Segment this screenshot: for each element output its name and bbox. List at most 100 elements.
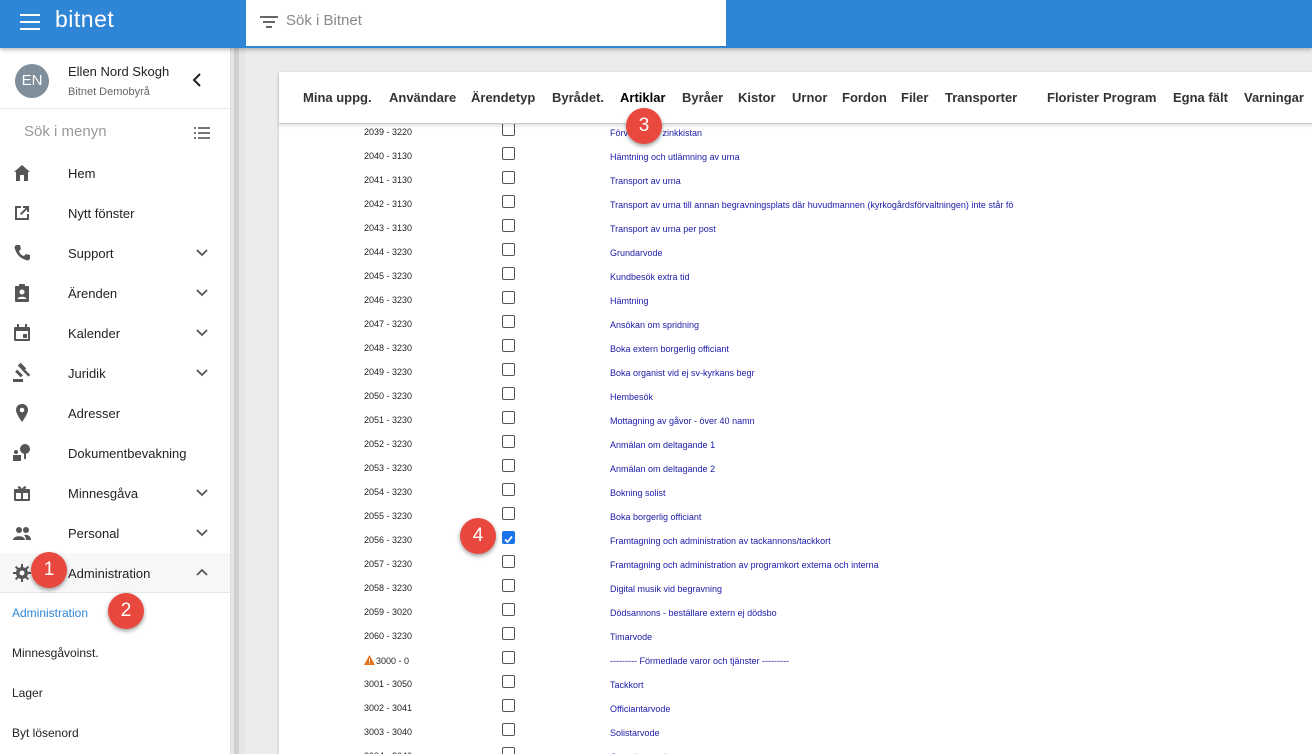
- sidebar-item-hem[interactable]: Hem: [0, 153, 230, 193]
- sidebar-item-support[interactable]: Support: [0, 233, 230, 273]
- article-name-link[interactable]: Transport av urna: [610, 176, 681, 186]
- tab-användare[interactable]: Användare: [389, 90, 456, 105]
- chevron-down-icon: [196, 529, 208, 537]
- article-checkbox[interactable]: [502, 267, 515, 280]
- article-name-link[interactable]: Anmälan om deltagande 2: [610, 464, 715, 474]
- tab-program[interactable]: Program: [1103, 90, 1156, 105]
- article-name-link[interactable]: Timarvode: [610, 632, 652, 642]
- article-name-link[interactable]: Kundbesök extra tid: [610, 272, 690, 282]
- tab-kistor[interactable]: Kistor: [738, 90, 776, 105]
- list-icon[interactable]: [194, 127, 210, 139]
- sidebar-subitem-label: Byt lösenord: [12, 726, 79, 740]
- article-checkbox[interactable]: [502, 603, 515, 616]
- article-name-link[interactable]: Boka extern borgerlig officiant: [610, 344, 729, 354]
- article-name-link[interactable]: Framtagning och administration av progra…: [610, 560, 879, 570]
- tab-ärendetyp[interactable]: Ärendetyp: [471, 90, 535, 105]
- tab-varningar[interactable]: Varningar: [1244, 90, 1304, 105]
- sidebar-subitem-byt-lösenord[interactable]: Byt lösenord: [0, 713, 230, 753]
- sidebar-item-juridik[interactable]: Juridik: [0, 353, 230, 393]
- sidebar-subitem-lager[interactable]: Lager: [0, 673, 230, 713]
- article-checkbox[interactable]: [502, 243, 515, 256]
- sidebar-item-nytt-fönster[interactable]: Nytt fönster: [0, 193, 230, 233]
- sidebar-item-ärenden[interactable]: Ärenden: [0, 273, 230, 313]
- article-checkbox[interactable]: [502, 699, 515, 712]
- article-checkbox[interactable]: [502, 555, 515, 568]
- article-checkbox[interactable]: [502, 339, 515, 352]
- article-name-link[interactable]: Tackkort: [610, 680, 644, 690]
- sidebar-item-minnesgåva[interactable]: Minnesgåva: [0, 473, 230, 513]
- chevron-left-icon[interactable]: [192, 73, 202, 87]
- article-checkbox[interactable]: [502, 171, 515, 184]
- article-checkbox[interactable]: [502, 387, 515, 400]
- article-checkbox[interactable]: [502, 627, 515, 640]
- sidebar-item-dokumentbevakning[interactable]: Dokumentbevakning: [0, 433, 230, 473]
- tab-fordon[interactable]: Fordon: [842, 90, 887, 105]
- article-checkbox[interactable]: [502, 483, 515, 496]
- tab-byråer[interactable]: Byråer: [682, 90, 723, 105]
- article-name-link[interactable]: Officiantarvode: [610, 704, 670, 714]
- sidebar-item-kalender[interactable]: Kalender: [0, 313, 230, 353]
- article-checkbox[interactable]: [502, 459, 515, 472]
- article-name-link[interactable]: Hämtning: [610, 296, 649, 306]
- chevron-down-icon: [196, 329, 208, 337]
- article-name-link[interactable]: Hembesök: [610, 392, 653, 402]
- article-name-link[interactable]: Transport av urna per post: [610, 224, 716, 234]
- tab-urnor[interactable]: Urnor: [792, 90, 827, 105]
- sidebar-subitem-minnesgåvoinst-[interactable]: Minnesgåvoinst.: [0, 633, 230, 673]
- article-name-link[interactable]: Transport av urna till annan begravnings…: [610, 200, 1013, 210]
- tab-byrådet-[interactable]: Byrådet.: [552, 90, 604, 105]
- article-name-link[interactable]: Boka organist vid ej sv-kyrkans begr: [610, 368, 755, 378]
- global-search-input[interactable]: [286, 12, 706, 29]
- sidebar-item-adresser[interactable]: Adresser: [0, 393, 230, 433]
- table-row: 2042 - 3130 Transport av urna till annan…: [279, 194, 1312, 218]
- article-checkbox[interactable]: [502, 723, 515, 736]
- article-name-link[interactable]: Ansökan om spridning: [610, 320, 699, 330]
- global-search[interactable]: [246, 0, 726, 46]
- menu-search-input[interactable]: [24, 123, 184, 140]
- article-name-link[interactable]: Digital musik vid begravning: [610, 584, 722, 594]
- gift-icon: [14, 486, 30, 501]
- article-name-link[interactable]: Boka borgerlig officiant: [610, 512, 701, 522]
- tab-egna-fält[interactable]: Egna fält: [1173, 90, 1228, 105]
- article-checkbox[interactable]: [502, 315, 515, 328]
- article-checkbox[interactable]: [502, 507, 515, 520]
- article-checkbox[interactable]: [502, 363, 515, 376]
- table-row: 2060 - 3230 Timarvode: [279, 626, 1312, 650]
- article-name-link[interactable]: Bokning solist: [610, 488, 666, 498]
- article-checkbox[interactable]: [502, 651, 515, 664]
- article-name-link[interactable]: --------- Förmedlade varor och tjänster …: [610, 656, 789, 666]
- article-checkbox[interactable]: [502, 435, 515, 448]
- article-name-link[interactable]: Framtagning och administration av tackan…: [610, 536, 831, 546]
- article-checkbox[interactable]: [502, 291, 515, 304]
- sidebar-item-label: Ärenden: [68, 286, 118, 301]
- tab-transporter[interactable]: Transporter: [945, 90, 1017, 105]
- sidebar-item-personal[interactable]: Personal: [0, 513, 230, 553]
- article-name-link[interactable]: Mottagning av gåvor - över 40 namn: [610, 416, 755, 426]
- article-code: 2049 - 3230: [364, 367, 413, 377]
- article-checkbox[interactable]: [502, 147, 515, 160]
- sidebar-item-label: Administration: [68, 566, 151, 581]
- article-checkbox[interactable]: [502, 675, 515, 688]
- article-name-link[interactable]: Solistarvode: [610, 728, 660, 738]
- article-checkbox[interactable]: [502, 123, 515, 136]
- article-checkbox[interactable]: [502, 579, 515, 592]
- article-checkbox[interactable]: [502, 195, 515, 208]
- article-checkbox[interactable]: [502, 747, 515, 754]
- article-name-link[interactable]: Anmälan om deltagande 1: [610, 440, 715, 450]
- article-checkbox[interactable]: [502, 531, 515, 544]
- tab-mina-uppg-[interactable]: Mina uppg.: [303, 90, 372, 105]
- hamburger-menu-icon[interactable]: [20, 14, 40, 30]
- article-checkbox[interactable]: [502, 219, 515, 232]
- tab-florister[interactable]: Florister: [1047, 90, 1099, 105]
- tab-artiklar[interactable]: Artiklar: [620, 90, 666, 105]
- tab-filer[interactable]: Filer: [901, 90, 928, 105]
- article-name-link[interactable]: Hämtning och utlämning av urna: [610, 152, 740, 162]
- article-name-link[interactable]: Dödsannons - beställare extern ej dödsbo: [610, 608, 777, 618]
- callout-badge-4: 4: [460, 518, 496, 554]
- sidebar-resize-handle[interactable]: [231, 48, 245, 754]
- callout-badge-3: 3: [626, 108, 662, 144]
- table-row: 2051 - 3230 Mottagning av gåvor - över 4…: [279, 410, 1312, 434]
- article-checkbox[interactable]: [502, 411, 515, 424]
- article-name-link[interactable]: Grundarvode: [610, 248, 663, 258]
- table-row: 2049 - 3230 Boka organist vid ej sv-kyrk…: [279, 362, 1312, 386]
